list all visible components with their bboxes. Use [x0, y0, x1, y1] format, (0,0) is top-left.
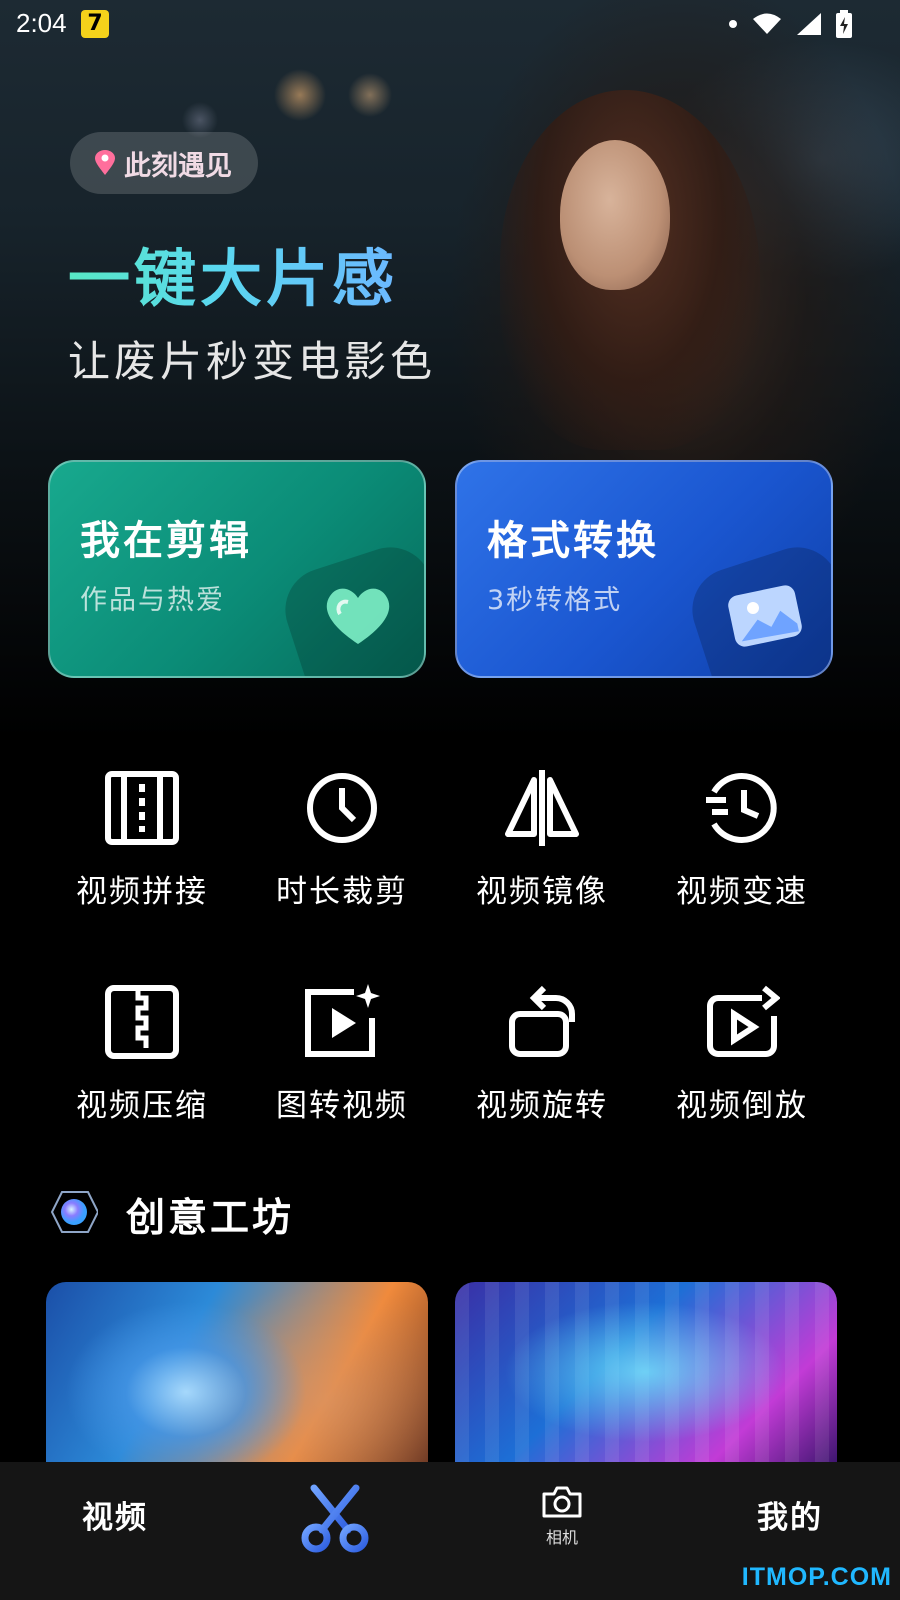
watermark: ITMOP.COM — [741, 1563, 892, 1591]
rotate-icon — [509, 985, 575, 1057]
battery-icon — [836, 10, 852, 38]
image-icon — [728, 585, 802, 647]
scissors-icon — [301, 1484, 369, 1553]
editing-card-title: 我在剪辑 — [80, 518, 252, 564]
format-convert-title: 格式转换 — [487, 518, 659, 564]
tool-label: 视频旋转 — [476, 1088, 608, 1124]
image-to-video-icon — [305, 984, 380, 1057]
tool-label: 视频压缩 — [76, 1088, 208, 1124]
tool-label: 视频倒放 — [676, 1088, 808, 1124]
format-convert-card[interactable]: 格式转换 3秒转格式 — [455, 460, 833, 678]
mirror-icon — [505, 770, 579, 846]
heart-icon — [326, 588, 390, 644]
editing-card-subtitle: 作品与热爱 — [80, 585, 225, 616]
tool-video-mirror[interactable]: 视频镜像 — [442, 770, 642, 930]
tool-image-to-video[interactable]: 图转视频 — [242, 984, 442, 1144]
wifi-icon — [753, 13, 781, 34]
status-time: 2:04 — [16, 8, 67, 38]
tool-label: 视频镜像 — [476, 874, 608, 910]
bottom-nav: 视频 相机 我的 ITMOP.COM — [0, 1462, 900, 1600]
tool-video-speed[interactable]: 视频变速 — [642, 770, 842, 930]
hero-photo-face — [560, 140, 670, 290]
creative-workshop-icon — [50, 1191, 98, 1233]
camera-icon — [542, 1486, 582, 1518]
clock-icon — [307, 773, 377, 843]
workshop-thumbnail-vr[interactable] — [46, 1282, 428, 1482]
tool-label: 视频变速 — [676, 874, 808, 910]
tool-label: 视频拼接 — [76, 874, 208, 910]
zip-compress-icon — [105, 985, 179, 1059]
workshop-thumbnail-city[interactable] — [455, 1282, 837, 1482]
nav-camera[interactable]: 相机 — [520, 1484, 604, 1548]
location-tag-label: 此刻遇见 — [124, 150, 232, 182]
tool-label: 图转视频 — [276, 1088, 408, 1124]
tool-label: 时长裁剪 — [276, 874, 408, 910]
location-pin-icon — [95, 150, 115, 175]
status-bar: 2:04 7 — [0, 0, 900, 48]
tool-video-reverse[interactable]: 视频倒放 — [642, 984, 842, 1144]
location-tag[interactable]: 此刻遇见 — [70, 132, 258, 194]
tool-video-splice[interactable]: 视频拼接 — [42, 770, 242, 930]
reverse-play-icon — [707, 985, 780, 1057]
film-splice-icon — [105, 771, 179, 845]
status-icons — [728, 10, 852, 38]
format-convert-subtitle: 3秒转格式 — [487, 585, 623, 616]
nav-video[interactable]: 视频 — [60, 1492, 170, 1537]
creative-workshop-title: 创意工坊 — [126, 1196, 295, 1241]
editing-card[interactable]: 我在剪辑 作品与热爱 — [48, 460, 426, 678]
tool-duration-trim[interactable]: 时长裁剪 — [242, 770, 442, 930]
hero-headline: 一键大片感 — [68, 228, 398, 318]
nav-camera-label: 相机 — [545, 1528, 578, 1547]
tool-video-rotate[interactable]: 视频旋转 — [442, 984, 642, 1144]
nav-me[interactable]: 我的 — [720, 1492, 860, 1537]
cell-signal-icon — [797, 13, 821, 35]
app-notification-icon: 7 — [81, 10, 109, 38]
speed-clock-icon — [706, 773, 777, 843]
nav-edit[interactable] — [300, 1484, 370, 1554]
tool-video-compress[interactable]: 视频压缩 — [42, 984, 242, 1144]
signal-dot-icon — [729, 20, 737, 28]
hero-subline: 让废片秒变电影色 — [68, 337, 437, 386]
